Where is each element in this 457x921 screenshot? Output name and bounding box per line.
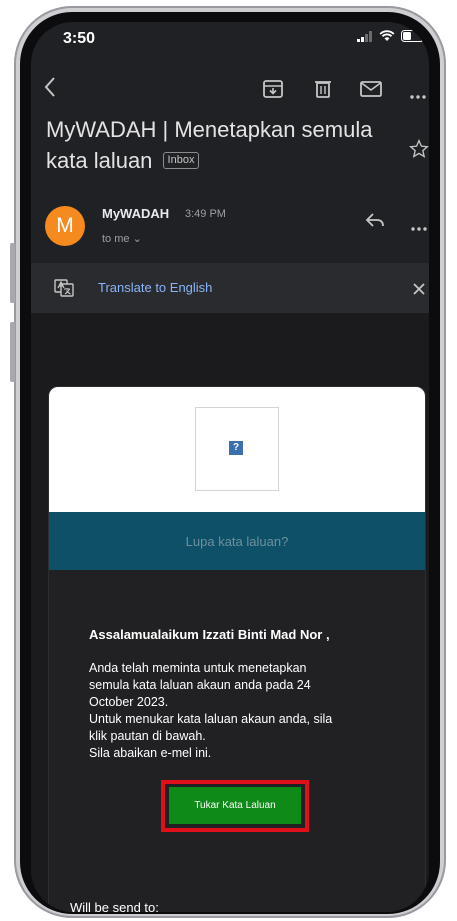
- banner-title: Lupa kata laluan?: [185, 533, 289, 549]
- archive-button[interactable]: [263, 80, 283, 103]
- body-line: October 2023.: [89, 695, 169, 709]
- wifi-icon: [379, 30, 395, 41]
- star-button[interactable]: [409, 139, 429, 164]
- translate-icon: [54, 279, 74, 302]
- email-banner: Lupa kata laluan?: [49, 512, 425, 570]
- footer-text: Will be send to:: [70, 900, 159, 912]
- email-card: ? Lupa kata laluan? Assalamualaikum Izza…: [48, 386, 426, 912]
- battery-icon: [401, 30, 427, 42]
- archive-icon: [263, 80, 283, 98]
- translate-bar: [31, 263, 429, 313]
- translate-link[interactable]: Translate to English: [98, 280, 212, 295]
- more-icon: [411, 227, 427, 231]
- body-line: semula kata laluan akaun anda pada 24: [89, 678, 311, 692]
- change-password-button[interactable]: Tukar Kata Laluan: [169, 787, 301, 824]
- sent-time: 3:49 PM: [185, 208, 226, 220]
- mark-unread-button[interactable]: [360, 81, 382, 102]
- greeting-text: Assalamualaikum Izzati Binti Mad Nor ,: [89, 627, 330, 642]
- reply-button[interactable]: [365, 212, 385, 233]
- close-icon: [413, 283, 425, 295]
- sender-avatar[interactable]: M: [45, 206, 85, 246]
- more-icon: [410, 95, 426, 99]
- star-icon: [409, 139, 429, 158]
- sender-name: MyWADAH: [102, 206, 170, 221]
- message-more-button[interactable]: [411, 218, 427, 236]
- body-line: Sila abaikan e-mel ini.: [89, 746, 212, 760]
- phone-volume-up-button: [10, 243, 15, 303]
- trash-icon: [315, 81, 331, 98]
- body-line: Untuk menukar kata laluan akaun anda, si…: [89, 712, 333, 726]
- email-header-area: ?: [49, 387, 425, 512]
- broken-image-icon: ?: [229, 441, 243, 455]
- status-icons: [357, 30, 427, 42]
- logo-image-placeholder: ?: [195, 407, 279, 491]
- body-line: klik pautan di bawah.: [89, 729, 206, 743]
- status-time: 3:50: [63, 30, 96, 47]
- phone-volume-down-button: [10, 322, 15, 382]
- recipient-toggle[interactable]: to me ⌄: [102, 232, 142, 245]
- email-subject: MyWADAH | Menetapkan semula kata laluan …: [46, 114, 376, 176]
- phone-screen: 3:50 MyWADAH | Menetapkan semula kata la…: [31, 22, 429, 912]
- back-button[interactable]: [43, 76, 57, 104]
- delete-button[interactable]: [315, 79, 331, 103]
- reply-icon: [365, 213, 384, 227]
- inbox-label-badge[interactable]: Inbox: [162, 151, 200, 169]
- body-line: Anda telah meminta untuk menetapkan: [89, 661, 307, 675]
- signal-icon: [357, 30, 372, 42]
- mail-icon: [360, 81, 382, 97]
- more-options-button[interactable]: [410, 86, 426, 104]
- message-body: Anda telah meminta untuk menetapkan semu…: [89, 660, 389, 762]
- arrow-left-icon: [44, 77, 55, 97]
- translate-close-button[interactable]: [413, 282, 425, 300]
- email-subject-text: MyWADAH | Menetapkan semula kata laluan: [46, 117, 373, 173]
